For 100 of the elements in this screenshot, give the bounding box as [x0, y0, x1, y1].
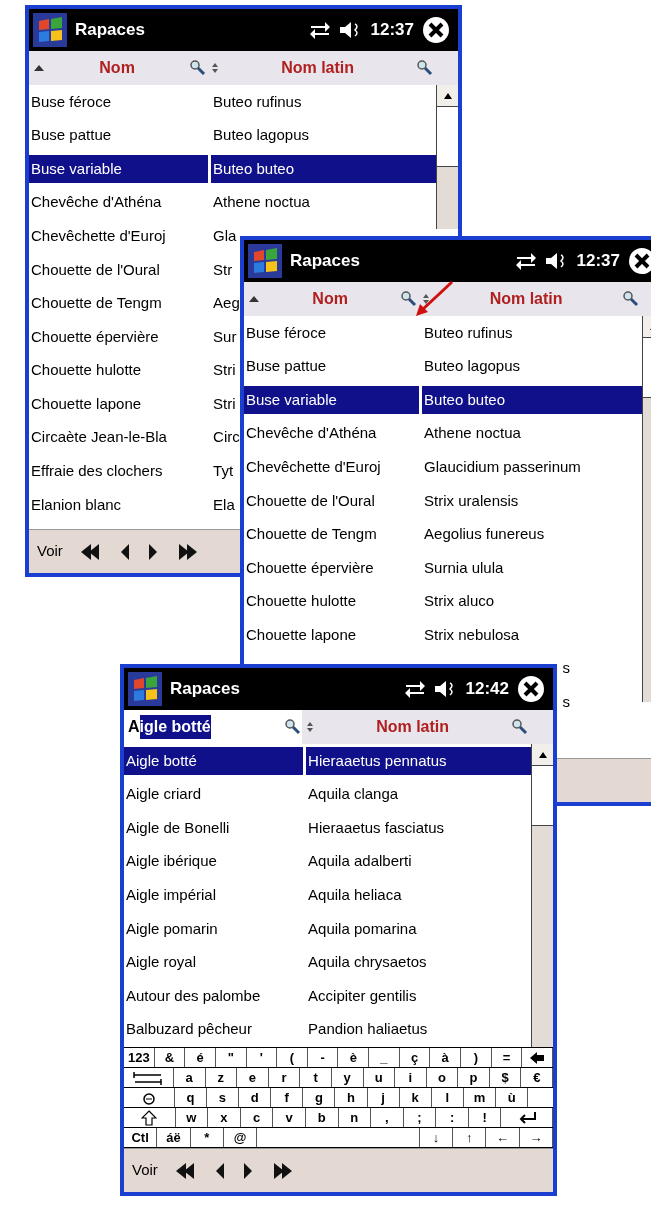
keyboard-key[interactable]: ↑ [453, 1128, 487, 1147]
keyboard-key[interactable]: , [371, 1108, 404, 1127]
keyboard-key[interactable]: r [268, 1068, 301, 1087]
table-cell[interactable]: Buse pattue [29, 121, 209, 150]
keyboard-key[interactable]: x [208, 1108, 241, 1127]
table-cell[interactable]: Chouette épervière [29, 322, 209, 351]
table-cell-text: Accipiter gentilis [307, 985, 417, 1006]
clock-time: 12:42 [465, 678, 509, 701]
menu-item[interactable]: Voir [132, 1159, 158, 1182]
keyboard-key[interactable]: ; [403, 1108, 437, 1127]
table-cell[interactable]: Buse variable [29, 155, 209, 183]
table-cell[interactable]: Buse féroce [244, 318, 420, 347]
keyboard-key[interactable]: = [491, 1048, 523, 1067]
keyboard-key[interactable]: g [303, 1088, 336, 1107]
keyboard-key[interactable]: q [174, 1088, 207, 1107]
search-field[interactable]: Aigle botté [124, 710, 303, 744]
keyboard-key[interactable]: a [173, 1068, 206, 1087]
keyboard-key[interactable]: h [335, 1088, 368, 1107]
table-cell[interactable]: Chouette de l'Oural [244, 486, 420, 515]
table-cell[interactable]: Aigle de Bonelli [124, 814, 304, 842]
keyboard-key[interactable]: ! [468, 1108, 502, 1127]
column-title[interactable]: Nom latin [223, 56, 412, 80]
keyboard-key[interactable]: ) [461, 1048, 492, 1067]
keyboard-key[interactable]: j [367, 1088, 400, 1107]
table-cell-text: Strix aluco [423, 591, 495, 612]
table-cell[interactable]: Aigle impérial [124, 881, 304, 910]
menu-item[interactable]: Voir [37, 540, 63, 563]
table-cell[interactable]: Chouette de l'Oural [29, 255, 209, 284]
keyboard-key[interactable]: z [205, 1068, 238, 1087]
table-cell[interactable]: Chouette hulotte [29, 356, 209, 385]
keyboard-key[interactable]: ' [246, 1048, 278, 1067]
keyboard-key[interactable]: é [185, 1048, 216, 1067]
keyboard-key[interactable]: s [206, 1088, 240, 1107]
table-cell[interactable]: Chouette de Tengm [244, 520, 420, 549]
keyboard-key[interactable]: e [237, 1068, 269, 1087]
table-cell[interactable]: Buse féroce [29, 87, 209, 116]
keyboard-key[interactable]: → [519, 1128, 553, 1147]
keyboard-key[interactable]: _ [369, 1048, 400, 1067]
keyboard-key[interactable]: & [154, 1048, 186, 1067]
table-cell-text: Aquila clanga [307, 784, 399, 805]
table-cell[interactable]: Chouette épervière [244, 553, 420, 582]
table-cell[interactable]: Aigle royal [124, 948, 304, 977]
keyboard-key[interactable]: m [463, 1088, 497, 1107]
keyboard-key[interactable]: € [521, 1068, 553, 1087]
table-cell[interactable]: Chevêchette d'Euroj [244, 453, 420, 482]
column-title[interactable]: Nom latin [434, 287, 618, 311]
keyboard-key[interactable]: k [399, 1088, 432, 1107]
table-cell[interactable]: Balbuzard pêcheur [124, 1015, 304, 1044]
table-cell[interactable]: Elanion blanc [29, 490, 209, 519]
table-cell[interactable]: Chevêche d'Athéna [244, 419, 420, 448]
keyboard-key[interactable]: @ [223, 1128, 258, 1147]
table-cell[interactable]: Chevêche d'Athéna [29, 188, 209, 217]
table-cell[interactable]: Aigle criard [124, 780, 304, 809]
table-cell[interactable]: Aigle pomarin [124, 914, 304, 943]
table-cell[interactable]: Effraie des clochers [29, 457, 209, 486]
table-cell-text: Buteo lagopus [423, 356, 521, 377]
keyboard-key[interactable]: $ [489, 1068, 522, 1087]
table-cell[interactable]: Aigle botté [124, 746, 304, 775]
table-cell[interactable]: Autour des palombe [124, 981, 304, 1010]
keyboard-key[interactable]: y [331, 1068, 364, 1087]
table-cell[interactable]: Chouette lapone [244, 621, 420, 650]
keyboard-key[interactable]: ( [277, 1048, 308, 1067]
keyboard-key[interactable]: ↓ [419, 1128, 454, 1147]
keyboard-key[interactable]: f [271, 1088, 304, 1107]
table-cell[interactable]: Buse variable [244, 386, 420, 414]
keyboard-key[interactable]: l [431, 1088, 464, 1107]
keyboard-key[interactable]: d [239, 1088, 272, 1107]
keyboard-key[interactable]: ç [399, 1048, 431, 1067]
keyboard-key[interactable]: v [273, 1108, 306, 1127]
keyboard-key[interactable]: p [458, 1068, 490, 1087]
table-cell[interactable]: Chouette lapone [29, 390, 209, 419]
keyboard-key[interactable]: i [395, 1068, 427, 1087]
keyboard-key[interactable]: ← [486, 1128, 520, 1147]
keyboard-key[interactable]: 123 [124, 1048, 155, 1067]
table-cell[interactable]: Chevêchette d'Euroj [29, 222, 209, 251]
keyboard-key[interactable]: n [338, 1108, 372, 1127]
keyboard-key[interactable]: b [305, 1108, 339, 1127]
keyboard-key[interactable]: áë [157, 1128, 191, 1147]
keyboard-key[interactable]: * [190, 1128, 224, 1147]
keyboard-key[interactable]: w [175, 1108, 209, 1127]
keyboard-key[interactable]: o [426, 1068, 459, 1087]
keyboard-key[interactable]: à [430, 1048, 462, 1067]
keyboard-key[interactable]: è [338, 1048, 370, 1067]
table-cell[interactable]: Buse pattue [244, 352, 420, 381]
table-cell[interactable]: Chouette hulotte [244, 587, 420, 616]
keyboard-key[interactable]: - [307, 1048, 339, 1067]
keyboard-key[interactable]: Ctl [124, 1128, 158, 1147]
column-title[interactable]: Nom latin [318, 715, 507, 739]
column-title[interactable]: Nom [264, 287, 397, 311]
keyboard-key[interactable]: u [363, 1068, 396, 1087]
keyboard-key[interactable]: ù [496, 1088, 529, 1107]
table-cell[interactable]: Circaète Jean-le-Bla [29, 423, 209, 452]
keyboard-key[interactable]: c [240, 1108, 274, 1127]
column-title[interactable]: Nom [49, 56, 186, 80]
keyboard-key[interactable]: t [300, 1068, 332, 1087]
keyboard-key[interactable]: " [215, 1048, 247, 1067]
table-cell[interactable]: Chouette de Tengm [29, 289, 209, 318]
table-cell-text: Ela [212, 494, 235, 515]
keyboard-key[interactable]: : [436, 1108, 469, 1127]
table-cell[interactable]: Aigle ibérique [124, 847, 304, 876]
